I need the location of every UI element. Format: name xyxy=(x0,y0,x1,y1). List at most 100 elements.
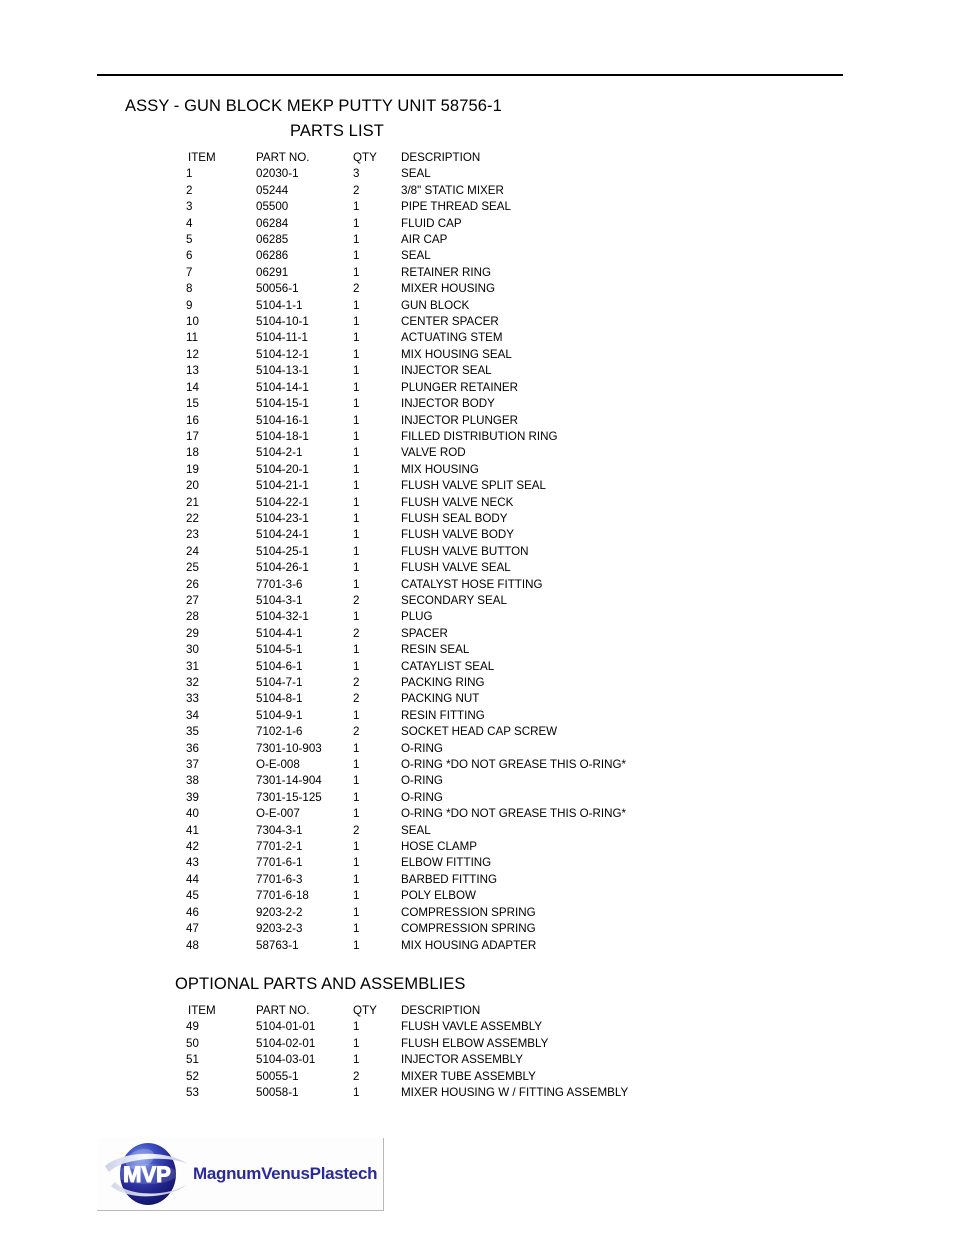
item-number: 21 xyxy=(186,495,199,509)
quantity: 1 xyxy=(353,938,360,952)
table-row: 45 7701-6-18 1 POLY ELBOW xyxy=(186,888,626,904)
description: RESIN FITTING xyxy=(401,708,485,722)
description: PACKING RING xyxy=(401,676,485,689)
quantity: 1 xyxy=(353,200,360,214)
quantity: 1 xyxy=(353,889,360,903)
description: O-RING xyxy=(401,790,443,804)
item-number: 22 xyxy=(186,511,199,525)
item-number: 50 xyxy=(186,1036,199,1050)
description: FLUID CAP xyxy=(401,216,462,230)
description: O-RING *DO NOT GREASE THIS O-RING* xyxy=(401,758,627,772)
description: CATALYST HOSE FITTING xyxy=(401,577,543,591)
item-number: 23 xyxy=(186,528,199,542)
parts-list-table: ITEM PART NO. QTY DESCRIPTION 1 02030-1 3 S… xyxy=(186,150,626,954)
item-number: 15 xyxy=(186,397,199,411)
description: O-RING *DO NOT GREASE THIS O-RING* xyxy=(401,807,627,821)
item-number: 36 xyxy=(186,741,199,755)
mvp-monogram-text: MVP xyxy=(123,1162,171,1187)
item-number: 14 xyxy=(186,380,199,394)
description: FLUSH ELBOW ASSEMBLY xyxy=(401,1036,549,1050)
column-header-item: ITEM xyxy=(188,151,216,164)
quantity: 1 xyxy=(353,216,360,230)
table-row: 41 7304-3-1 2 SEAL xyxy=(186,823,626,839)
description: FLUSH SEAL BODY xyxy=(401,511,508,525)
quantity: 1 xyxy=(353,1053,360,1067)
part-number: 7301-10-903 xyxy=(256,741,322,755)
table-row: 21 5104-22-1 1 FLUSH VALVE NECK xyxy=(186,495,626,511)
item-number: 5 xyxy=(186,233,193,247)
description: INJECTOR ASSEMBLY xyxy=(401,1053,523,1067)
description: 3/8" STATIC MIXER xyxy=(401,183,504,197)
table-row: 44 7701-6-3 1 BARBED FITTING xyxy=(186,872,626,888)
description: AIR CAP xyxy=(401,233,448,247)
part-number: 02030-1 xyxy=(256,167,299,181)
item-number: 16 xyxy=(186,413,199,427)
table-row: 31 5104-6-1 1 CATAYLIST SEAL xyxy=(186,659,626,675)
table-header-row: ITEM PART NO. QTY DESCRIPTION xyxy=(186,150,626,166)
table-row: 22 5104-23-1 1 FLUSH SEAL BODY xyxy=(186,511,626,527)
quantity: 1 xyxy=(353,741,360,755)
description: INJECTOR PLUNGER xyxy=(401,413,519,427)
table-row: 20 5104-21-1 1 FLUSH VALVE SPLIT SEAL xyxy=(186,478,626,494)
item-number: 35 xyxy=(186,725,199,739)
item-number: 3 xyxy=(186,200,193,214)
part-number: 5104-12-1 xyxy=(256,347,309,361)
quantity: 1 xyxy=(353,397,360,411)
column-header-part-no: PART NO. xyxy=(256,1004,310,1017)
part-number: 7701-2-1 xyxy=(256,840,303,854)
item-number: 51 xyxy=(186,1053,199,1067)
item-number: 34 xyxy=(186,708,199,722)
item-number: 18 xyxy=(186,446,199,460)
item-number: 2 xyxy=(186,183,193,197)
table-row: 34 5104-9-1 1 RESIN FITTING xyxy=(186,708,626,724)
item-number: 20 xyxy=(186,479,199,493)
quantity: 2 xyxy=(353,282,360,296)
quantity: 1 xyxy=(353,659,360,673)
part-number: 05244 xyxy=(256,183,289,197)
part-number: 7701-6-1 xyxy=(256,856,303,870)
item-number: 11 xyxy=(186,331,199,345)
item-number: 7 xyxy=(186,265,193,279)
quantity: 1 xyxy=(353,856,360,870)
parts-list-heading: PARTS LIST xyxy=(290,122,384,140)
table-header-row: ITEM PART NO. QTY DESCRIPTION xyxy=(186,1003,628,1019)
table-row: 33 5104-8-1 2 PACKING NUT xyxy=(186,691,626,707)
table-row: 15 5104-15-1 1 INJECTOR BODY xyxy=(186,396,626,412)
item-number: 19 xyxy=(186,462,199,476)
description: FILLED DISTRIBUTION RING xyxy=(401,429,558,443)
part-number: 50055-1 xyxy=(256,1069,299,1083)
description: POLY ELBOW xyxy=(401,889,476,903)
quantity: 1 xyxy=(353,446,360,460)
description: HOSE CLAMP xyxy=(401,840,478,854)
item-number: 17 xyxy=(186,429,199,443)
part-number: 5104-01-01 xyxy=(256,1020,316,1034)
item-number: 41 xyxy=(186,823,199,837)
table-row: 26 7701-3-6 1 CATALYST HOSE FITTING xyxy=(186,577,626,593)
description: SECONDARY SEAL xyxy=(401,593,507,607)
item-number: 30 xyxy=(186,643,199,657)
item-number: 37 xyxy=(186,758,199,772)
mvp-sphere-icon: MVP xyxy=(105,1143,187,1205)
column-header-qty: QTY xyxy=(353,1004,377,1017)
part-number: 5104-3-1 xyxy=(256,593,303,607)
description: FLUSH VALVE SEAL xyxy=(401,561,511,575)
part-number: 5104-20-1 xyxy=(256,462,309,476)
description: INJECTOR SEAL xyxy=(401,364,492,378)
description: PIPE THREAD SEAL xyxy=(401,200,511,214)
parts-table-header: ITEM PART NO. QTY DESCRIPTION xyxy=(186,150,626,166)
item-number: 53 xyxy=(186,1086,199,1100)
quantity: 1 xyxy=(353,495,360,509)
part-number: 5104-1-1 xyxy=(256,298,303,312)
description: INJECTOR BODY xyxy=(401,397,495,411)
item-number: 29 xyxy=(186,626,199,640)
part-number: 7701-3-6 xyxy=(256,577,303,591)
quantity: 1 xyxy=(353,643,360,657)
column-header-description: DESCRIPTION xyxy=(401,1004,481,1017)
part-number: 06286 xyxy=(256,249,289,263)
table-row: 32 5104-7-1 2 PACKING RING xyxy=(186,675,626,691)
quantity: 1 xyxy=(353,872,360,886)
description: MIXER HOUSING xyxy=(401,282,496,296)
description: MIXER HOUSING W / FITTING ASSEMBLY xyxy=(401,1086,629,1100)
quantity: 1 xyxy=(353,364,360,378)
item-number: 42 xyxy=(186,840,199,854)
